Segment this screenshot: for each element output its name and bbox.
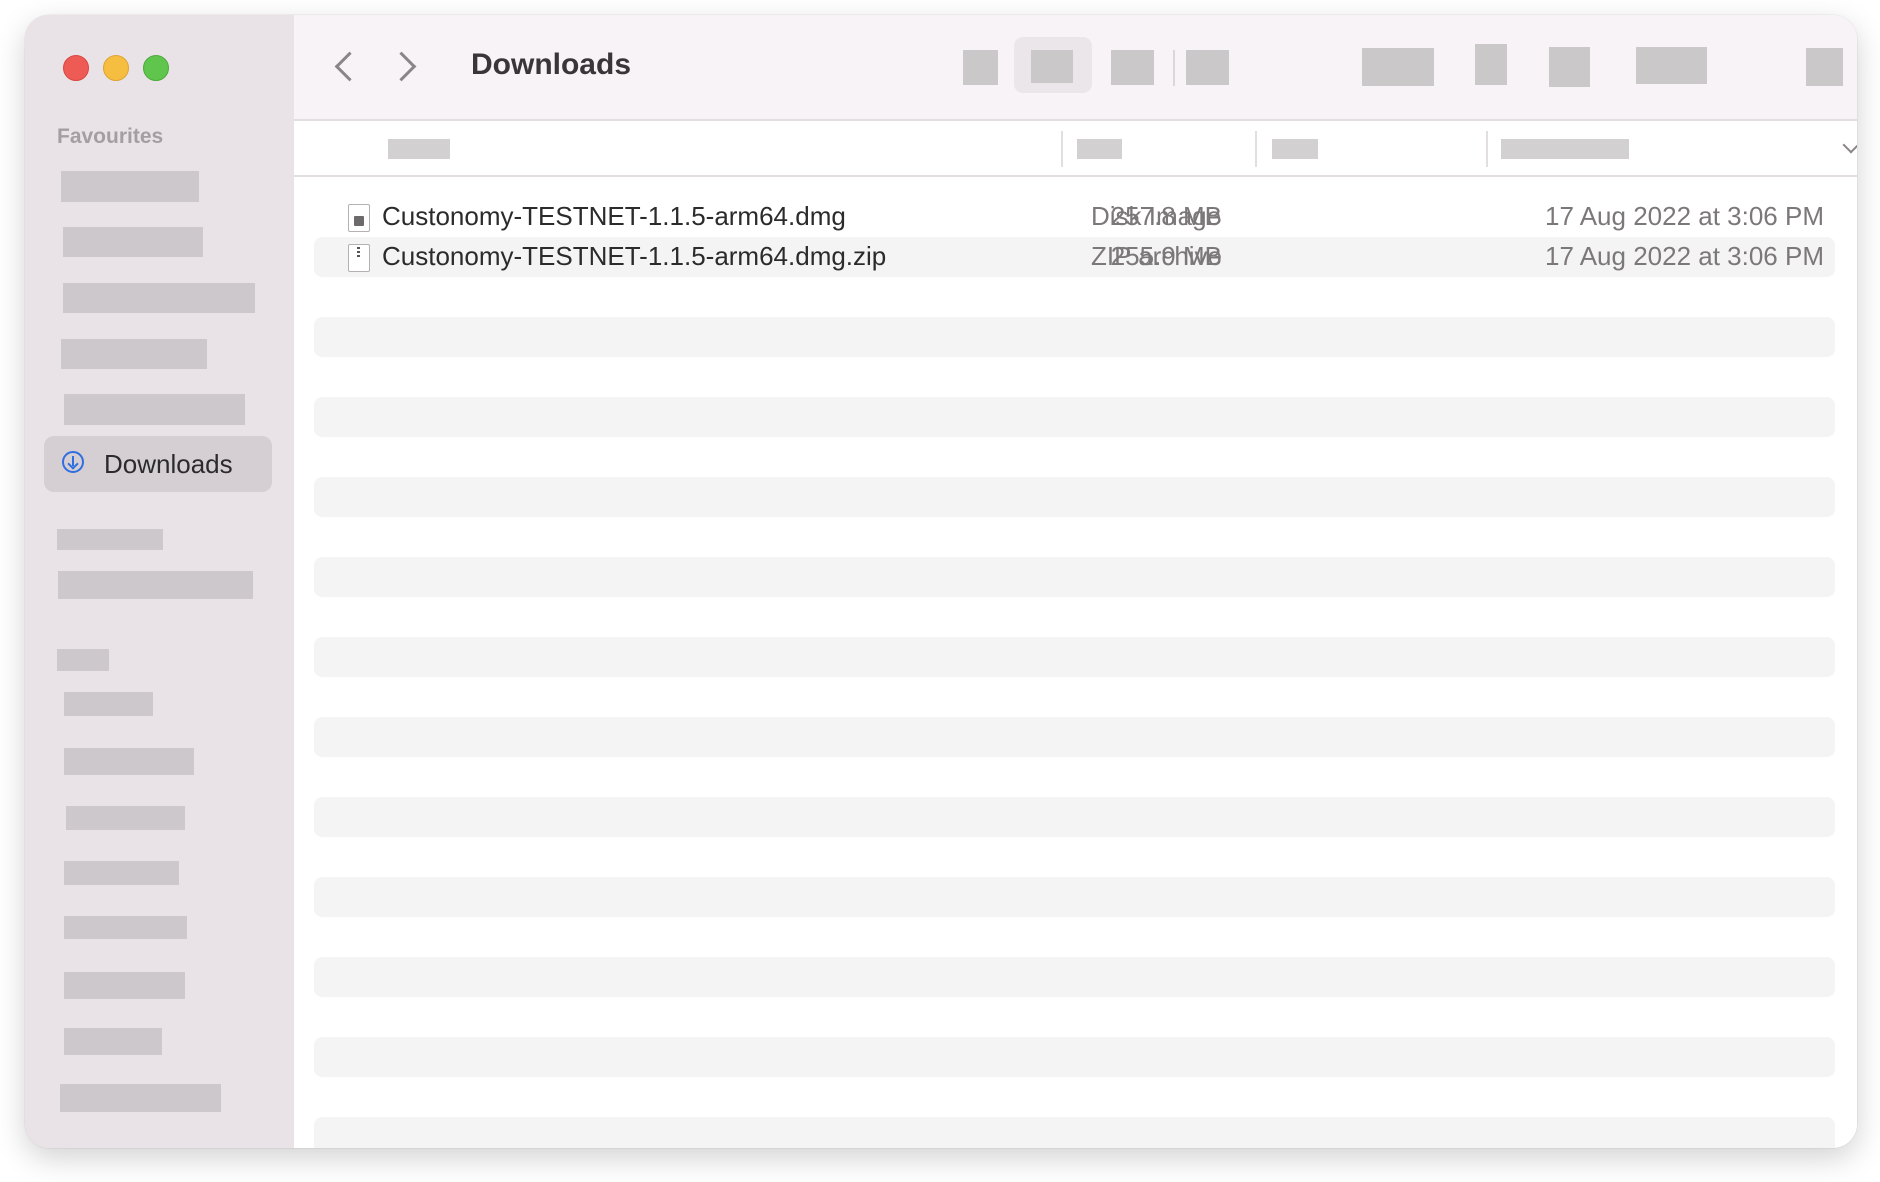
chevron-down-icon[interactable] bbox=[1842, 136, 1857, 154]
sidebar-item-redacted[interactable] bbox=[63, 283, 255, 313]
sidebar-item-redacted[interactable] bbox=[60, 1084, 221, 1112]
column-header-name[interactable] bbox=[388, 139, 450, 159]
action-button[interactable] bbox=[1636, 47, 1707, 84]
empty-row-stripe bbox=[314, 317, 1835, 357]
download-circle-icon bbox=[62, 451, 84, 473]
sidebar-item-label: Downloads bbox=[104, 449, 233, 479]
content-area: Downloads Custonomy-TESTNET-1.1.5-arm64.… bbox=[294, 15, 1857, 1148]
file-row[interactable]: Custonomy-TESTNET-1.1.5-arm64.dmg 257.8 … bbox=[314, 197, 1835, 237]
sidebar-item-redacted[interactable] bbox=[61, 171, 199, 202]
sidebar-section-favourites: Favourites bbox=[57, 125, 164, 148]
empty-row-stripe bbox=[314, 1037, 1835, 1077]
column-divider[interactable] bbox=[1061, 131, 1063, 167]
view-columns-button[interactable] bbox=[1111, 50, 1154, 85]
file-name: Custonomy-TESTNET-1.1.5-arm64.dmg bbox=[382, 201, 846, 231]
share-button[interactable] bbox=[1475, 44, 1507, 85]
sidebar: Favourites Downloads bbox=[25, 15, 294, 1148]
sidebar-item-redacted[interactable] bbox=[64, 1028, 162, 1055]
sidebar-item-redacted[interactable] bbox=[66, 806, 185, 830]
sidebar-item-redacted[interactable] bbox=[64, 972, 185, 999]
empty-row-stripe bbox=[314, 637, 1835, 677]
column-divider[interactable] bbox=[1486, 131, 1488, 167]
close-window-button[interactable] bbox=[63, 55, 89, 81]
finder-window: Favourites Downloads Downloads Custonomy… bbox=[25, 15, 1857, 1148]
list-view-icon bbox=[1031, 50, 1073, 83]
empty-row-stripe bbox=[314, 1117, 1835, 1148]
file-date-added: 17 Aug 2022 at 3:06 PM bbox=[1545, 201, 1824, 231]
sidebar-item-redacted[interactable] bbox=[64, 861, 179, 885]
sidebar-item-redacted[interactable] bbox=[64, 394, 245, 425]
sidebar-item-redacted[interactable] bbox=[58, 571, 253, 599]
empty-row-stripe bbox=[314, 717, 1835, 757]
column-header-date-added[interactable] bbox=[1501, 139, 1629, 159]
sidebar-item-redacted[interactable] bbox=[61, 339, 207, 369]
page-title: Downloads bbox=[471, 48, 632, 81]
minimize-window-button[interactable] bbox=[103, 55, 129, 81]
group-button[interactable] bbox=[1362, 48, 1434, 86]
tag-button[interactable] bbox=[1549, 47, 1590, 87]
view-gallery-button[interactable] bbox=[1186, 50, 1229, 85]
column-header-size[interactable] bbox=[1077, 139, 1122, 159]
forward-button[interactable] bbox=[391, 45, 427, 85]
file-list: Custonomy-TESTNET-1.1.5-arm64.dmg 257.8 … bbox=[294, 177, 1857, 1148]
back-button[interactable] bbox=[329, 45, 365, 85]
sidebar-item-redacted[interactable] bbox=[64, 748, 194, 775]
empty-row-stripe bbox=[314, 397, 1835, 437]
empty-row-stripe bbox=[314, 877, 1835, 917]
disk-image-file-icon bbox=[348, 204, 370, 232]
empty-row-stripe bbox=[314, 477, 1835, 517]
file-kind: ZIP archive bbox=[1091, 241, 1223, 271]
sidebar-section-redacted bbox=[57, 529, 163, 550]
sidebar-item-redacted[interactable] bbox=[63, 227, 203, 257]
sidebar-section-redacted bbox=[57, 649, 109, 671]
empty-row-stripe bbox=[314, 557, 1835, 597]
file-kind: Disk Image bbox=[1091, 201, 1222, 231]
column-header-kind[interactable] bbox=[1272, 139, 1318, 159]
view-list-button[interactable] bbox=[1014, 37, 1092, 93]
view-icons-button[interactable] bbox=[963, 50, 998, 85]
file-row[interactable]: Custonomy-TESTNET-1.1.5-arm64.dmg.zip 25… bbox=[314, 237, 1835, 277]
file-name: Custonomy-TESTNET-1.1.5-arm64.dmg.zip bbox=[382, 241, 887, 271]
zip-file-icon bbox=[348, 244, 370, 272]
sidebar-item-redacted[interactable] bbox=[64, 916, 187, 939]
maximize-window-button[interactable] bbox=[143, 55, 169, 81]
search-button[interactable] bbox=[1806, 48, 1843, 86]
sidebar-item-redacted[interactable] bbox=[64, 692, 153, 716]
toolbar: Downloads bbox=[294, 15, 1857, 121]
file-date-added: 17 Aug 2022 at 3:06 PM bbox=[1545, 241, 1824, 271]
empty-row-stripe bbox=[314, 957, 1835, 997]
sidebar-item-downloads[interactable]: Downloads bbox=[44, 436, 272, 492]
column-divider[interactable] bbox=[1255, 131, 1257, 167]
column-header-bar bbox=[294, 121, 1857, 177]
toolbar-divider bbox=[1173, 50, 1175, 86]
empty-row-stripe bbox=[314, 797, 1835, 837]
